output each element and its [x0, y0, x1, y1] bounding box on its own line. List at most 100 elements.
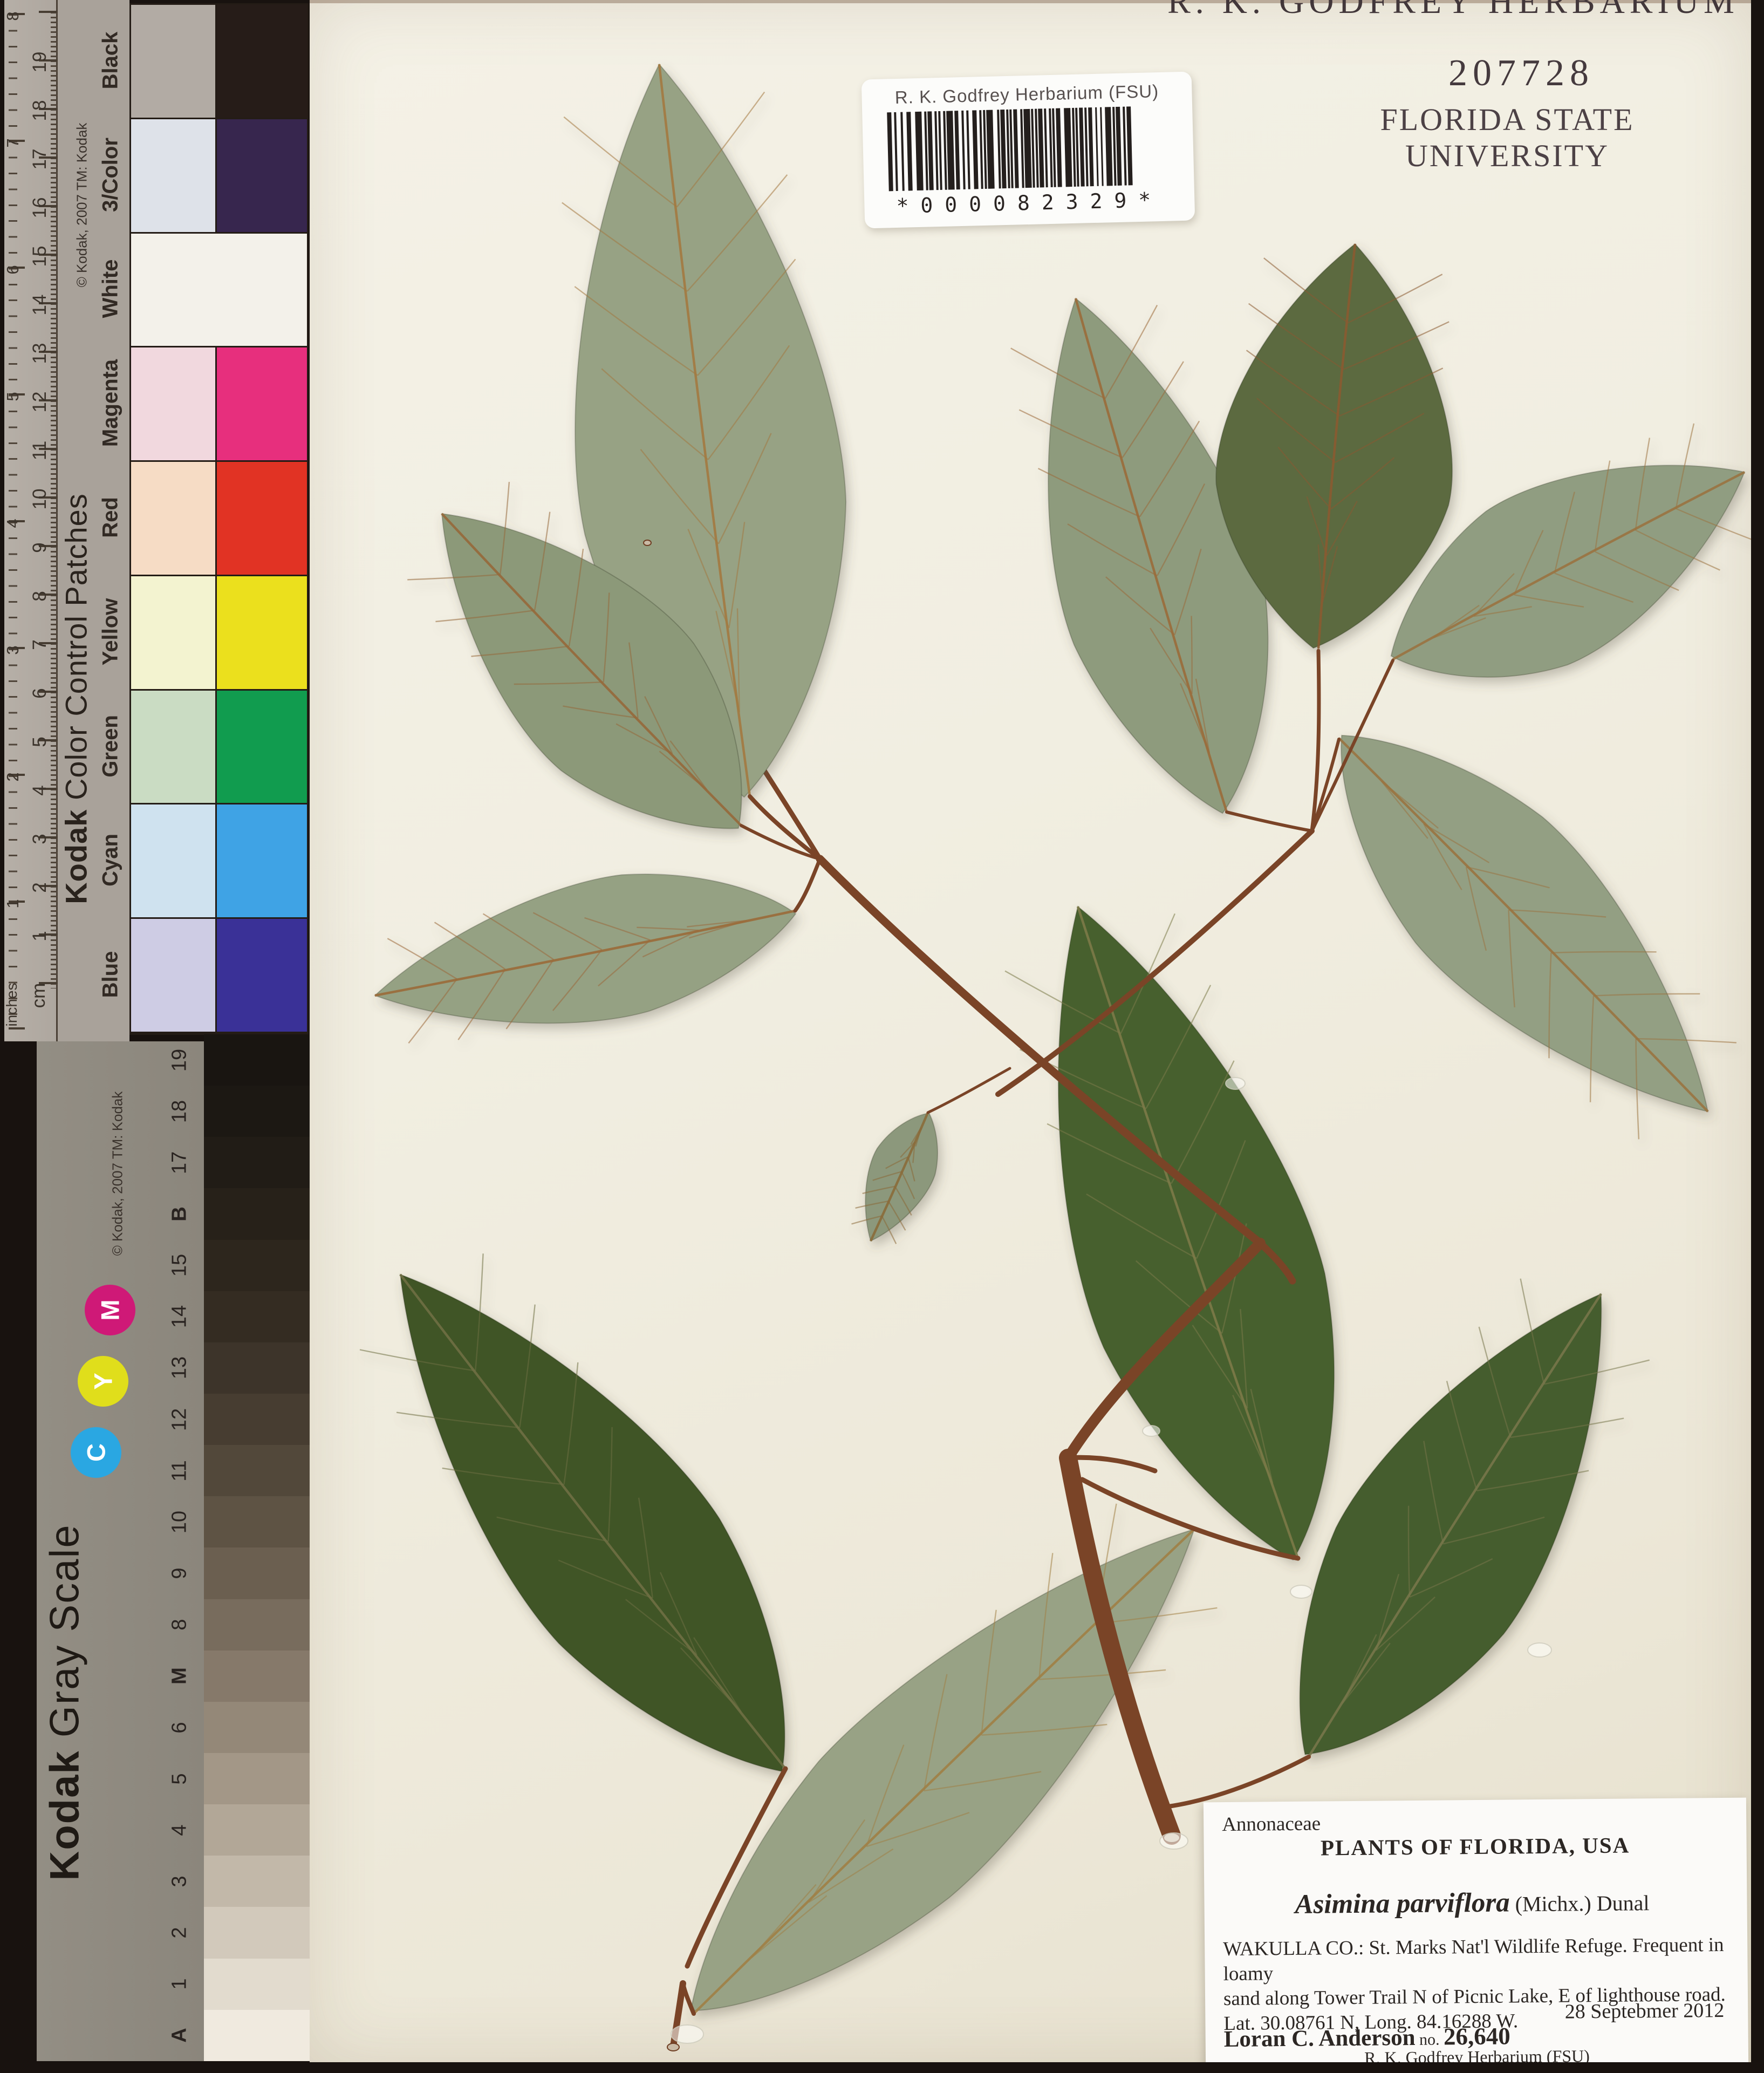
glue-spot	[1226, 1078, 1245, 1089]
cm-number: 9	[29, 542, 51, 553]
patch-name-label: Blue	[99, 951, 123, 998]
stem	[1168, 1757, 1309, 1806]
patch-cell-solid	[217, 5, 307, 118]
c-ink-dot-icon: C	[71, 1427, 121, 1478]
inch-number: 1	[3, 899, 23, 908]
glue-spot	[1160, 1833, 1188, 1849]
leaf-center-dark	[1005, 906, 1334, 1560]
gray-step	[204, 1086, 310, 1137]
gray-step	[204, 1599, 310, 1651]
gray-step-number: M	[168, 1668, 192, 1685]
cm-number: 12	[29, 392, 51, 413]
kodak-brand: Kodak	[42, 1750, 88, 1880]
gray-scale-steps	[204, 1034, 310, 2061]
gray-step	[204, 1547, 310, 1599]
leaf-bottom-left	[360, 1253, 785, 1771]
leaf-blade	[1048, 298, 1268, 813]
cm-number: 11	[29, 441, 51, 460]
gray-step-number: 18	[168, 1100, 192, 1123]
patch-cell-solid	[217, 576, 307, 689]
patch-cell-tint	[131, 691, 215, 803]
inch-number: 3	[3, 645, 23, 654]
patch-cell-tint	[131, 462, 215, 575]
cm-number: 1	[29, 931, 51, 941]
gray-step-number: 4	[168, 1824, 192, 1836]
cm-number: 3	[29, 834, 51, 844]
leaf-blade	[865, 1113, 938, 1241]
patch-row-green	[131, 691, 307, 803]
patch-row-magenta	[131, 347, 307, 460]
color-strip-title: Kodak Color Control Patches	[59, 493, 94, 904]
gray-step	[204, 1856, 310, 1907]
patch-name-label: Yellow	[99, 598, 123, 666]
gray-step-number: 3	[168, 1876, 192, 1887]
leaf-upper-middle	[1011, 298, 1268, 813]
gray-step	[204, 1445, 310, 1496]
inch-number: 2	[3, 772, 23, 781]
herbarium-sheet-photo: R. K. GODFREY HERBARIUM 207728 FLORIDA S…	[0, 0, 1764, 2073]
gray-step-number: 14	[168, 1305, 192, 1328]
patch-cell-tint	[131, 804, 215, 917]
cm-number: 10	[29, 489, 51, 510]
gray-step-number: A	[168, 2028, 192, 2043]
patch-name-label: Black	[99, 32, 123, 90]
gray-strip-copyright: © Kodak, 2007 TM: Kodak	[110, 1092, 126, 1256]
m-ink-dot-icon: M	[85, 1285, 135, 1335]
gray-strip-title: Kodak Gray Scale	[42, 1524, 88, 1880]
patch-cell-solid	[217, 919, 307, 1032]
patch-row-yellow	[131, 576, 307, 689]
gray-step-number: 11	[168, 1460, 192, 1481]
patch-cell-solid	[217, 347, 307, 460]
stem	[1227, 812, 1312, 831]
cm-number: 17	[29, 149, 51, 170]
cm-number: 13	[29, 343, 51, 364]
patch-name-label: Red	[99, 497, 123, 538]
gray-step	[204, 1291, 310, 1342]
cm-number: 14	[29, 295, 51, 316]
patch-cell-solid	[217, 119, 307, 232]
ink-dot-letter: Y	[88, 1373, 118, 1389]
ruler-strip: cm inches 123456789101112131415161718191…	[4, 0, 58, 1041]
cut-stem-end	[667, 2043, 679, 2051]
gray-step-number: 13	[168, 1356, 192, 1379]
patch-cell-tint	[131, 576, 215, 689]
stem	[795, 859, 820, 911]
color-patches	[129, 3, 309, 1035]
inch-number: 6	[3, 265, 23, 274]
ink-dot-letter: M	[95, 1299, 125, 1320]
patch-row-white	[131, 234, 307, 346]
glue-spot	[1290, 1585, 1312, 1598]
patch-name-label: Cyan	[99, 834, 123, 887]
cm-number: 8	[29, 591, 51, 601]
gray-scale-strip: © Kodak, 2007 TM: Kodak Kodak Gray Scale…	[37, 1041, 204, 2061]
gray-step-number: 2	[168, 1927, 192, 1939]
inch-number: 8	[3, 11, 23, 21]
cm-number: 18	[29, 100, 51, 121]
stem	[1312, 651, 1319, 831]
patch-row-red	[131, 462, 307, 575]
leaf-blade	[375, 874, 796, 1023]
patch-row-3color	[131, 119, 307, 232]
leaf-right-large	[1339, 735, 1736, 1139]
gray-step	[204, 1342, 310, 1394]
gray-step-number: 17	[168, 1151, 192, 1174]
patch-cell	[131, 234, 307, 346]
patch-row-blue	[131, 919, 307, 1032]
patch-cell-tint	[131, 919, 215, 1032]
leaf-blade	[1058, 906, 1334, 1560]
color-strip-title-rest: Color Control Patches	[59, 493, 93, 809]
patch-name-label: White	[99, 260, 123, 318]
stem	[928, 1068, 1010, 1113]
leaf-left-lower	[375, 874, 796, 1043]
patch-cell-tint	[131, 5, 215, 118]
cut-stem-end	[644, 540, 651, 545]
gray-step	[204, 1240, 310, 1291]
patch-cell-tint	[131, 347, 215, 460]
cm-number: 16	[29, 197, 51, 219]
gray-step-number: 8	[168, 1619, 192, 1631]
leaf-group	[360, 64, 1751, 2014]
gray-step-number: B	[168, 1206, 192, 1221]
glue-spot	[671, 2025, 703, 2043]
cm-number: 15	[29, 246, 51, 267]
gray-step-number: 5	[168, 1773, 192, 1784]
